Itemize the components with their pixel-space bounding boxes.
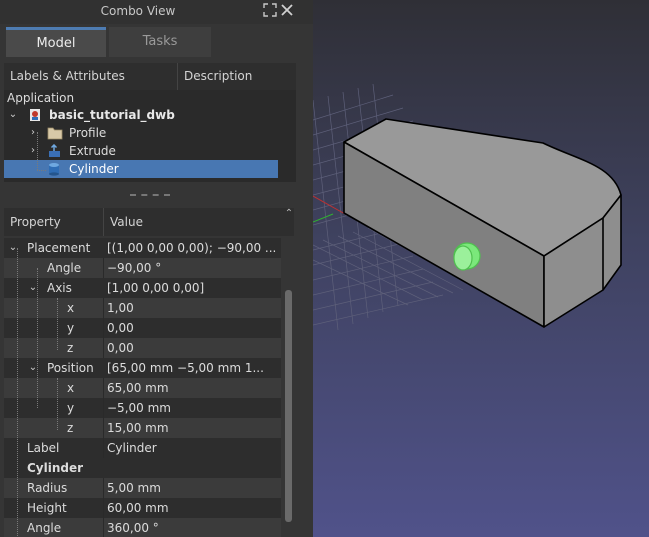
tree-connector xyxy=(37,132,38,170)
chevron-down-icon[interactable]: ⌄ xyxy=(8,106,18,124)
document-label: basic_tutorial_dwb xyxy=(49,108,175,122)
property-row-axis-z[interactable]: z 0,00 xyxy=(4,338,281,358)
tab-tasks[interactable]: Tasks xyxy=(109,27,211,57)
tree-header: Labels & Attributes Description xyxy=(4,63,296,91)
tree-item-extrude[interactable]: › Extrude xyxy=(4,142,296,160)
property-row-placement[interactable]: ⌄ Placement [(1,00 0,00 0,00); −90,00 ..… xyxy=(4,238,281,258)
tree-guide xyxy=(57,378,58,430)
property-row-position[interactable]: ⌄ Position [65,00 mm −5,00 mm 1... xyxy=(4,358,281,378)
folder-icon xyxy=(47,126,63,140)
extrude-icon xyxy=(47,143,61,158)
tree-item-document[interactable]: ⌄ basic_tutorial_dwb xyxy=(4,106,296,124)
tree-col-labels[interactable]: Labels & Attributes xyxy=(10,69,125,83)
combo-view-titlebar: Combo View xyxy=(0,0,313,24)
tree-item-label: Profile xyxy=(69,126,107,140)
property-row-height[interactable]: Height 60,00 mm xyxy=(4,498,281,518)
tree-root-application[interactable]: Application xyxy=(4,89,296,107)
property-row-position-x[interactable]: x 65,00 mm xyxy=(4,378,281,398)
tree-item-label: Extrude xyxy=(69,144,116,158)
panel-splitter[interactable] xyxy=(130,194,170,196)
property-group-cylinder[interactable]: Cylinder xyxy=(4,458,281,478)
property-row-axis-y[interactable]: y 0,00 xyxy=(4,318,281,338)
tree-guide xyxy=(37,268,38,408)
tree-header-divider xyxy=(177,63,178,90)
tree-guide xyxy=(57,298,58,350)
scroll-up-icon[interactable]: ⌃ xyxy=(283,208,295,222)
float-icon[interactable] xyxy=(262,3,278,19)
3d-scene xyxy=(313,83,622,331)
tree-item-cylinder[interactable]: Cylinder xyxy=(4,160,278,178)
tree-item-label: Cylinder xyxy=(69,162,119,176)
combo-view-panel: Combo View Model Tasks Labels & Attribut… xyxy=(0,0,313,537)
prop-header-divider xyxy=(103,208,104,236)
property-row-label[interactable]: Label Cylinder xyxy=(4,438,281,458)
3d-viewport[interactable] xyxy=(313,0,649,537)
cylinder-icon xyxy=(47,162,61,176)
panel-title: Combo View xyxy=(100,4,176,18)
property-row-angle-cylinder[interactable]: Angle 360,00 ° xyxy=(4,518,281,537)
prop-col-property[interactable]: Property xyxy=(10,215,61,229)
property-header: Property Value xyxy=(4,208,294,236)
tree-item-profile[interactable]: › Profile xyxy=(4,124,296,142)
application-label: Application xyxy=(7,91,75,105)
cylinder-highlight xyxy=(453,242,481,271)
property-row-position-z[interactable]: z 15,00 mm xyxy=(4,418,281,438)
tree-connector xyxy=(37,170,46,171)
property-row-angle[interactable]: Angle −90,00 ° xyxy=(4,258,281,278)
extruded-part xyxy=(343,118,622,328)
model-tree: Application ⌄ basic_tutorial_dwb › Profi… xyxy=(4,90,296,182)
property-editor: ⌄ Placement [(1,00 0,00 0,00); −90,00 ..… xyxy=(4,236,282,537)
prop-col-value[interactable]: Value xyxy=(110,215,143,229)
property-row-axis[interactable]: ⌄ Axis [1,00 0,00 0,00] xyxy=(4,278,281,298)
tree-guide xyxy=(17,248,18,537)
property-row-radius[interactable]: Radius 5,00 mm xyxy=(4,478,281,498)
document-icon xyxy=(28,108,42,122)
view-tabs: Model Tasks xyxy=(0,24,313,58)
property-row-axis-x[interactable]: x 1,00 xyxy=(4,298,281,318)
y-axis-line xyxy=(313,213,334,223)
property-row-position-y[interactable]: y −5,00 mm xyxy=(4,398,281,418)
tab-model[interactable]: Model xyxy=(6,27,106,57)
close-icon[interactable] xyxy=(279,3,295,19)
tree-col-description[interactable]: Description xyxy=(184,69,252,83)
property-scrollbar[interactable] xyxy=(285,290,292,522)
